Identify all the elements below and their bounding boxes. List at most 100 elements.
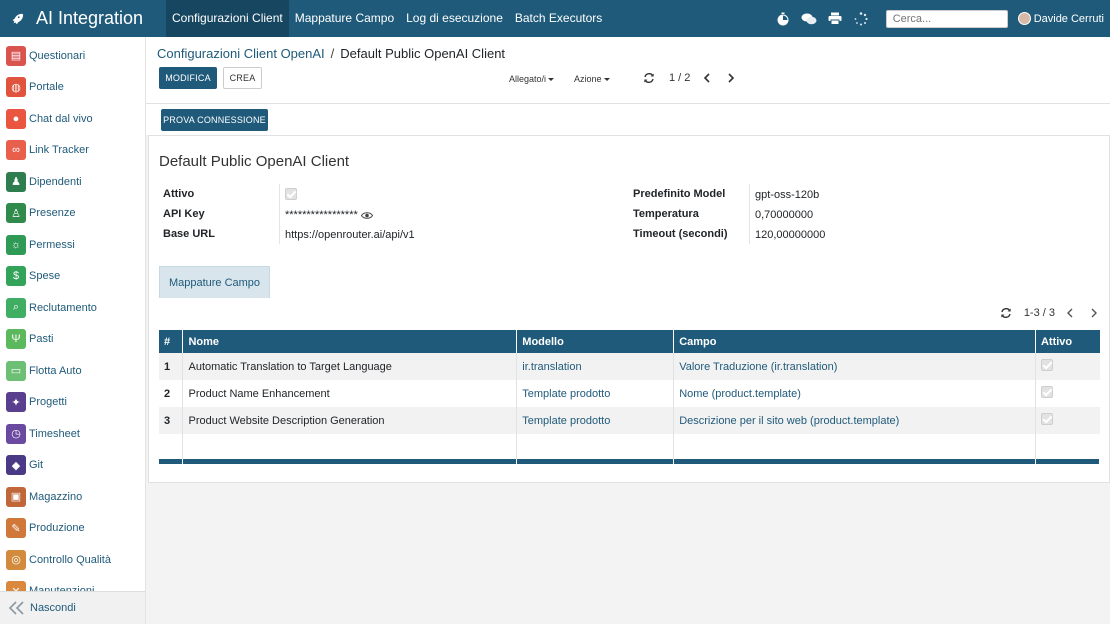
api-key-field: ***************** [285, 209, 373, 221]
attivo-checkbox[interactable] [285, 188, 297, 203]
row-field-link[interactable]: Valore Traduzione (ir.translation) [673, 353, 1036, 380]
column-header-nome[interactable]: Nome [182, 330, 518, 353]
search-person-icon: ⌕ [6, 297, 26, 318]
pager-value[interactable]: 1 / 2 [669, 72, 690, 84]
chat-bubbles-icon: ● [6, 108, 26, 129]
sidebar-item-label: Portale [29, 81, 64, 94]
sidebar-item-label: Questionari [29, 49, 86, 62]
sidebar-item-label: Permessi [29, 238, 75, 251]
sidebar-item-questionari[interactable]: ▤ Questionari [0, 40, 145, 72]
sidebar-item-label: Controllo Qualità [29, 553, 111, 566]
sidebar-hide-button[interactable]: Nascondi [0, 591, 145, 624]
systray: Davide Cerruti [770, 0, 1110, 37]
test-connection-button[interactable]: PROVA CONNESSIONE [161, 109, 268, 131]
base-url-value: https://openrouter.ai/api/v1 [285, 229, 415, 241]
row-model-link[interactable]: Template prodotto [516, 380, 675, 407]
timer-icon[interactable] [775, 11, 791, 27]
attachments-label: Allegato/i [509, 74, 547, 84]
field-label-predefinito-model: Predefinito Model [633, 188, 726, 200]
attachments-dropdown[interactable]: Allegato/i [509, 74, 555, 84]
mappings-pager-value[interactable]: 1-3 / 3 [1024, 307, 1055, 319]
control-panel: Configurazioni Client OpenAI / Default Pub… [146, 37, 1110, 104]
create-button[interactable]: CREA [223, 67, 262, 89]
menu-log-esecuzione[interactable]: Log di esecuzione [400, 0, 509, 37]
sidebar-item-controllo-qualit[interactable]: ◎ Controllo Qualità [0, 544, 145, 576]
sidebar-item-magazzino[interactable]: ▣ Magazzino [0, 481, 145, 513]
sidebar-item-label: Produzione [29, 522, 85, 535]
timeout-value: 120,00000000 [755, 229, 826, 241]
menu-batch-executors[interactable]: Batch Executors [509, 0, 608, 37]
breadcrumb-parent[interactable]: Configurazioni Client OpenAI [157, 46, 325, 61]
action-dropdown[interactable]: Azione [574, 74, 610, 84]
eye-icon[interactable] [360, 211, 373, 220]
chevron-right-icon[interactable] [1089, 308, 1099, 318]
wrench-icon: ✎ [6, 518, 26, 539]
sidebar-item-progetti[interactable]: ✦ Progetti [0, 387, 145, 419]
chevron-left-icon[interactable] [702, 73, 712, 83]
search-input[interactable] [885, 9, 1008, 28]
app-sidebar: ▤ Questionari ◍ Portale ● Chat dal vivo ∞ Link … [0, 37, 146, 624]
sidebar-item-label: Flotta Auto [29, 364, 82, 377]
row-index: 2 [159, 380, 184, 407]
refresh-icon[interactable] [643, 72, 655, 84]
table-footer [159, 459, 1101, 464]
sidebar-item-label: Magazzino [29, 490, 83, 503]
field-divider [279, 184, 280, 244]
action-label: Azione [574, 74, 602, 84]
table-row[interactable]: 3 Product Website Description Generation… [159, 407, 1100, 434]
chevron-left-icon[interactable] [1065, 308, 1075, 318]
column-header-modello[interactable]: Modello [516, 330, 675, 353]
person-icon: ♙ [6, 203, 26, 224]
tab-mappature-campo[interactable]: Mappature Campo [159, 266, 270, 298]
sidebar-hide-label: Nascondi [30, 602, 76, 614]
sun-icon: ☼ [6, 234, 26, 255]
sidebar-item-portale[interactable]: ◍ Portale [0, 72, 145, 104]
people-icon: ♟ [6, 171, 26, 192]
sidebar-item-produzione[interactable]: ✎ Produzione [0, 513, 145, 545]
refresh-icon[interactable] [1000, 307, 1012, 319]
row-model-link[interactable]: ir.translation [516, 353, 675, 380]
row-field-link[interactable]: Nome (product.template) [673, 380, 1036, 407]
car-icon: ▭ [6, 360, 26, 381]
row-field-link[interactable]: Descrizione per il sito web (product.tem… [673, 407, 1036, 434]
column-header-campo[interactable]: Campo [673, 330, 1036, 353]
table-row[interactable]: 2 Product Name Enhancement Template prod… [159, 380, 1100, 407]
avatar [1017, 12, 1031, 25]
row-name: Product Name Enhancement [182, 380, 518, 407]
chevron-right-icon[interactable] [726, 73, 736, 83]
globe-icon: ◍ [6, 77, 26, 98]
sidebar-item-chat-dal-vivo[interactable]: ● Chat dal vivo [0, 103, 145, 135]
dollar-icon: $ [6, 266, 26, 287]
checkbox-checked [285, 188, 297, 200]
sidebar-item-git[interactable]: ◆ Git [0, 450, 145, 482]
sidebar-item-spese[interactable]: $ Spese [0, 261, 145, 293]
app-brand[interactable]: AI Integration [0, 0, 166, 37]
sidebar-item-flotta-auto[interactable]: ▭ Flotta Auto [0, 355, 145, 387]
sidebar-item-pasti[interactable]: Ψ Pasti [0, 324, 145, 356]
rocket-icon [12, 13, 24, 24]
menu-mappature-campo[interactable]: Mappature Campo [289, 0, 400, 37]
sidebar-item-reclutamento[interactable]: ⌕ Reclutamento [0, 292, 145, 324]
column-header-index[interactable]: # [159, 330, 184, 353]
breadcrumb-separator: / [330, 46, 335, 61]
sidebar-item-label: Spese [29, 270, 61, 283]
sidebar-item-label: Progetti [29, 396, 67, 409]
temperatura-value: 0,70000000 [755, 209, 814, 221]
menu-configurazioni-client[interactable]: Configurazioni Client [166, 0, 289, 37]
sidebar-item-presenze[interactable]: ♙ Presenze [0, 198, 145, 230]
chat-icon[interactable] [801, 11, 817, 27]
edit-button[interactable]: MODIFICA [159, 67, 217, 89]
print-icon[interactable] [827, 11, 843, 27]
field-label-base-url: Base URL [163, 228, 215, 240]
field-label-timeout: Timeout (secondi) [633, 228, 728, 240]
column-header-attivo[interactable]: Attivo [1035, 330, 1100, 353]
row-model-link[interactable]: Template prodotto [516, 407, 675, 434]
table-row[interactable]: 1 Automatic Translation to Target Langua… [159, 353, 1100, 380]
top-navbar: AI Integration Configurazioni Client Map… [0, 0, 1110, 37]
user-menu[interactable]: Davide Cerruti [1017, 12, 1104, 25]
field-label-temperatura: Temperatura [633, 208, 699, 220]
sidebar-item-permessi[interactable]: ☼ Permessi [0, 229, 145, 261]
sidebar-item-link-tracker[interactable]: ∞ Link Tracker [0, 135, 145, 167]
sidebar-item-timesheet[interactable]: ◷ Timesheet [0, 418, 145, 450]
sidebar-item-dipendenti[interactable]: ♟ Dipendenti [0, 166, 145, 198]
